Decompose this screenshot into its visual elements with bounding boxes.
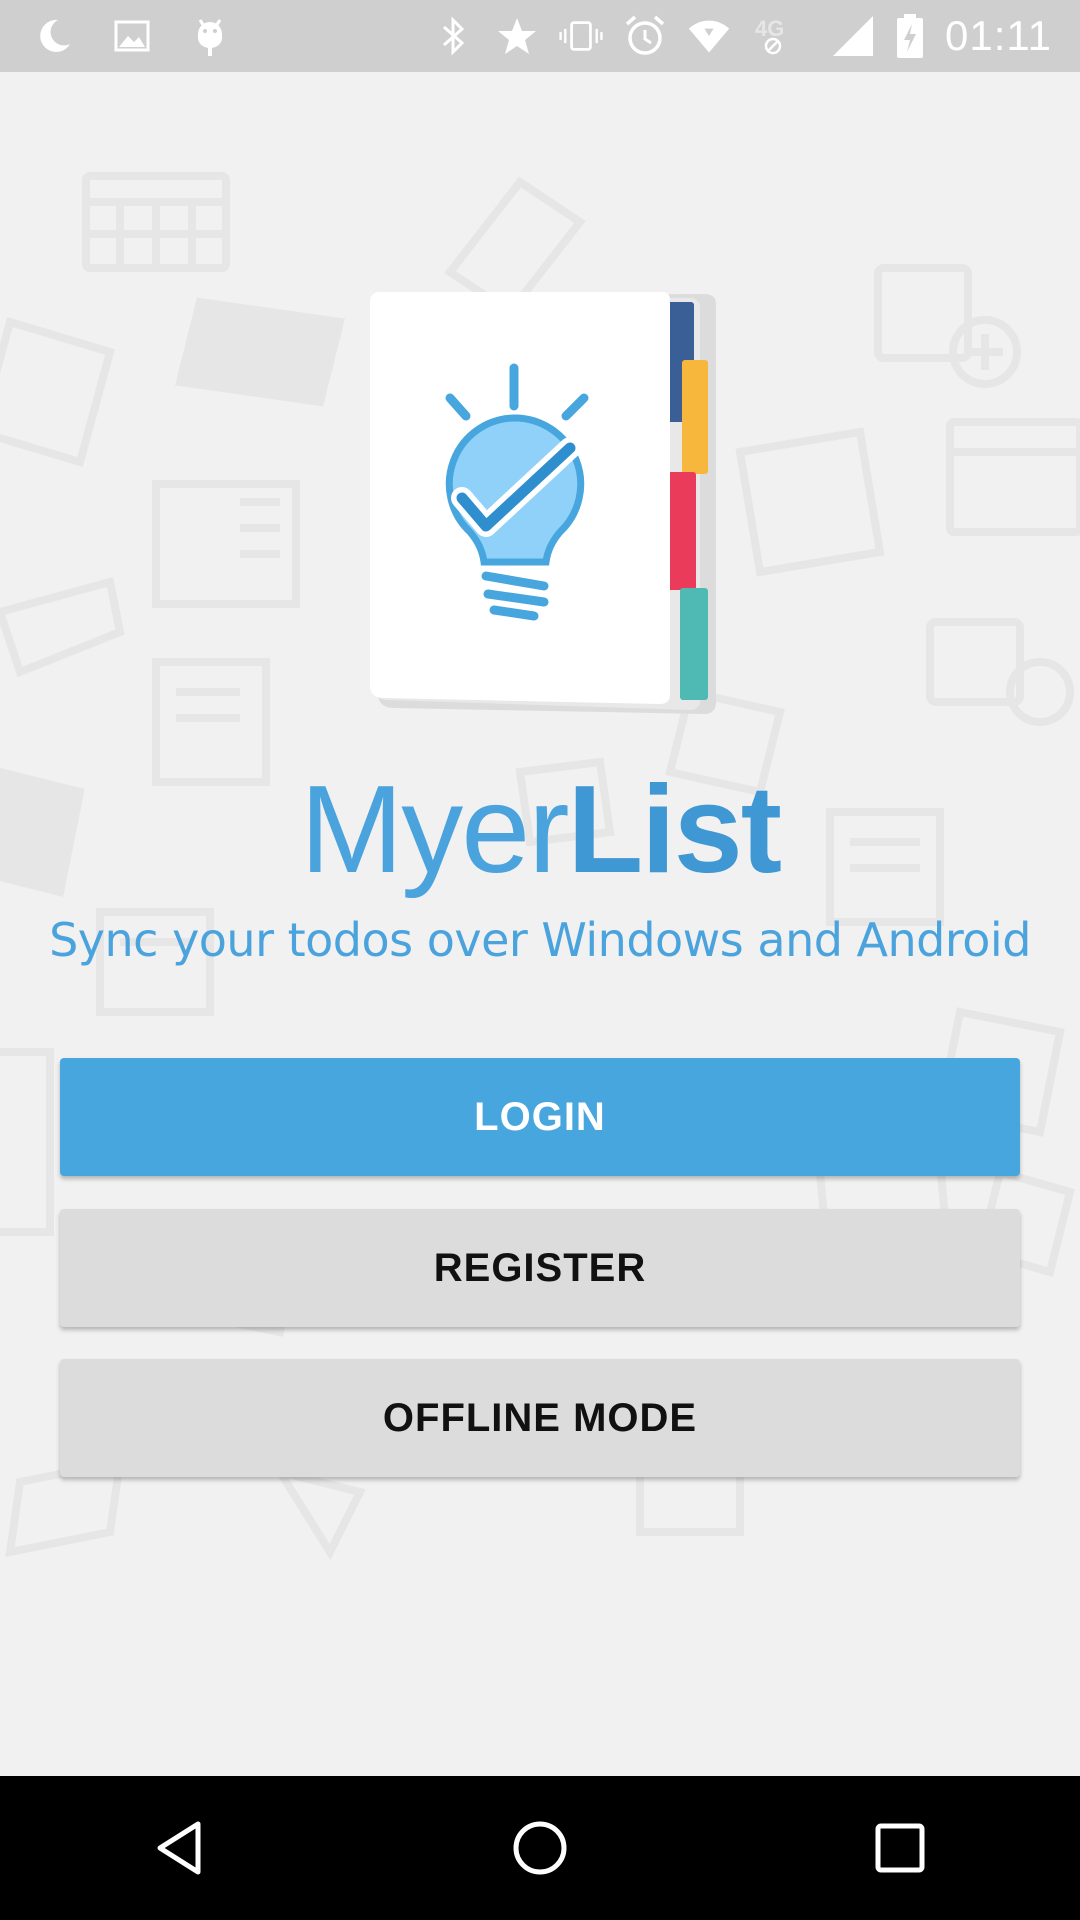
status-time: 01:11: [945, 12, 1052, 59]
recents-icon: [875, 1823, 925, 1873]
myerlist-logo: [370, 292, 716, 714]
battery-charging-icon: [895, 14, 925, 58]
status-bar: 4G 01:11: [0, 0, 1080, 72]
home-icon: [513, 1821, 567, 1875]
back-icon: [157, 1821, 201, 1875]
network-4g-icon: 4G: [751, 14, 811, 58]
register-button[interactable]: REGISTER: [60, 1209, 1020, 1327]
tab-orange: [682, 360, 708, 474]
image-icon: [110, 14, 154, 58]
screen: 4G 01:11 MyerList Sync your todos over W…: [0, 0, 1080, 1920]
status-right-group: 4G 01:11: [431, 12, 1080, 60]
offline-mode-button[interactable]: OFFLINE MODE: [60, 1359, 1020, 1477]
bluetooth-icon: [431, 14, 475, 58]
back-button[interactable]: [120, 1788, 240, 1908]
login-button[interactable]: LOGIN: [60, 1058, 1020, 1176]
recents-button[interactable]: [840, 1788, 960, 1908]
app-tagline: Sync your todos over Windows and Android: [49, 913, 1031, 967]
wifi-icon: [687, 14, 731, 58]
cell-signal-icon: [831, 14, 875, 58]
android-icon: [188, 14, 232, 58]
star-icon: [495, 14, 539, 58]
home-button[interactable]: [480, 1788, 600, 1908]
app-title-light: Myer: [299, 761, 570, 899]
network-4g-label: 4G: [755, 16, 784, 41]
alarm-icon: [623, 14, 667, 58]
navigation-bar: [0, 1776, 1080, 1920]
app-title-bold: List: [567, 761, 782, 899]
status-left-group: [0, 14, 232, 58]
tab-teal: [680, 588, 708, 700]
moon-icon: [32, 14, 76, 58]
app-title: MyerList: [0, 760, 1080, 900]
vibrate-icon: [559, 14, 603, 58]
